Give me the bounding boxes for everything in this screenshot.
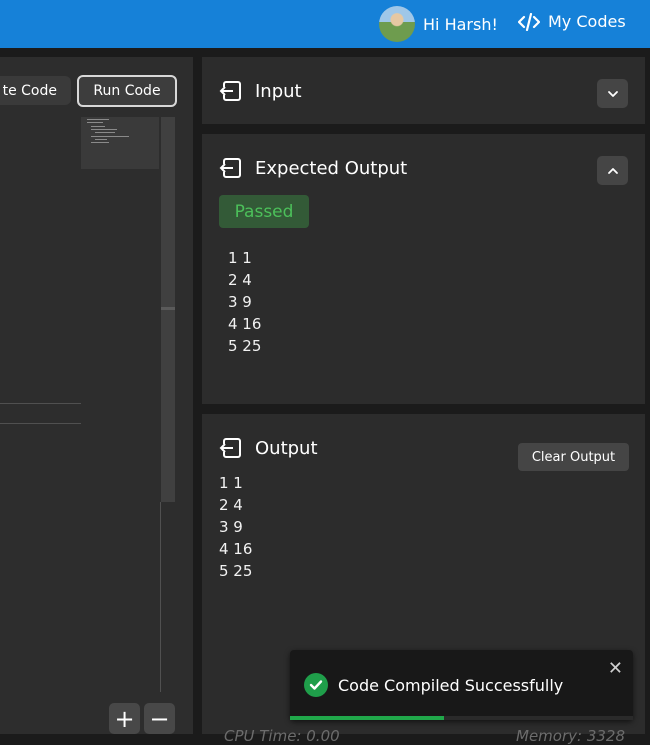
zoom-out-button[interactable]: − xyxy=(144,703,175,734)
output-line: 3 9 xyxy=(228,293,252,311)
toast-message: Code Compiled Successfully xyxy=(338,676,564,695)
chevron-down-icon xyxy=(607,90,618,97)
output-line: 5 25 xyxy=(228,337,262,355)
output-panel-title: Output xyxy=(255,437,318,459)
editor-minimap[interactable] xyxy=(81,117,159,169)
complete-code-button[interactable]: te Code xyxy=(0,76,71,105)
top-navbar: Hi Harsh! My Codes xyxy=(0,0,650,48)
input-panel: Input xyxy=(202,57,645,124)
status-badge: Passed xyxy=(219,195,309,228)
output-line: 4 16 xyxy=(228,315,262,333)
memory-usage: Memory: 3328 xyxy=(516,727,625,745)
clear-output-button[interactable]: Clear Output xyxy=(518,443,629,471)
user-greeting[interactable]: Hi Harsh! xyxy=(423,15,498,34)
editor-divider xyxy=(0,403,81,404)
toast-progress-track xyxy=(290,716,633,720)
file-export-icon xyxy=(219,158,241,178)
output-line: 1 1 xyxy=(219,474,243,492)
output-lines: 1 1 2 4 3 9 4 16 5 25 xyxy=(219,472,252,582)
expected-output-title: Expected Output xyxy=(255,157,408,179)
expected-output-toggle-button[interactable] xyxy=(597,156,628,185)
user-menu[interactable]: Hi Harsh! xyxy=(379,6,498,42)
editor-scrollbar[interactable] xyxy=(161,117,175,502)
output-line: 3 9 xyxy=(219,518,243,536)
output-line: 2 4 xyxy=(219,496,243,514)
file-export-icon xyxy=(219,438,241,458)
check-circle-icon xyxy=(304,673,328,697)
expected-output-header[interactable]: Expected Output xyxy=(219,156,407,180)
close-icon[interactable]: ✕ xyxy=(608,658,623,679)
my-codes-link[interactable]: My Codes xyxy=(518,12,626,31)
chevron-up-icon xyxy=(607,167,618,174)
expected-output-panel: Expected Output Passed 1 1 2 4 3 9 4 16 … xyxy=(202,134,645,404)
editor-ruler xyxy=(160,502,161,692)
expected-output-lines: 1 1 2 4 3 9 4 16 5 25 xyxy=(228,247,261,357)
code-icon xyxy=(518,12,540,31)
my-codes-label: My Codes xyxy=(548,12,626,31)
zoom-in-button[interactable]: + xyxy=(109,703,140,734)
toast-progress-bar xyxy=(290,716,445,720)
input-toggle-button[interactable] xyxy=(597,79,628,108)
output-line: 4 16 xyxy=(219,540,253,558)
editor-divider xyxy=(0,423,81,424)
output-line: 5 25 xyxy=(219,562,253,580)
output-panel-header: Output xyxy=(219,436,318,460)
output-line: 1 1 xyxy=(228,249,252,267)
input-panel-header[interactable]: Input xyxy=(219,79,302,103)
code-editor-panel[interactable]: te Code Run Code + − xyxy=(0,57,193,734)
avatar[interactable] xyxy=(379,6,415,42)
output-line: 2 4 xyxy=(228,271,252,289)
scrollbar-thumb[interactable] xyxy=(161,307,175,310)
input-panel-title: Input xyxy=(255,80,302,102)
file-export-icon xyxy=(219,81,241,101)
success-toast: Code Compiled Successfully ✕ xyxy=(290,650,633,720)
cpu-time: CPU Time: 0.00 xyxy=(224,727,340,745)
run-code-button[interactable]: Run Code xyxy=(77,75,177,107)
